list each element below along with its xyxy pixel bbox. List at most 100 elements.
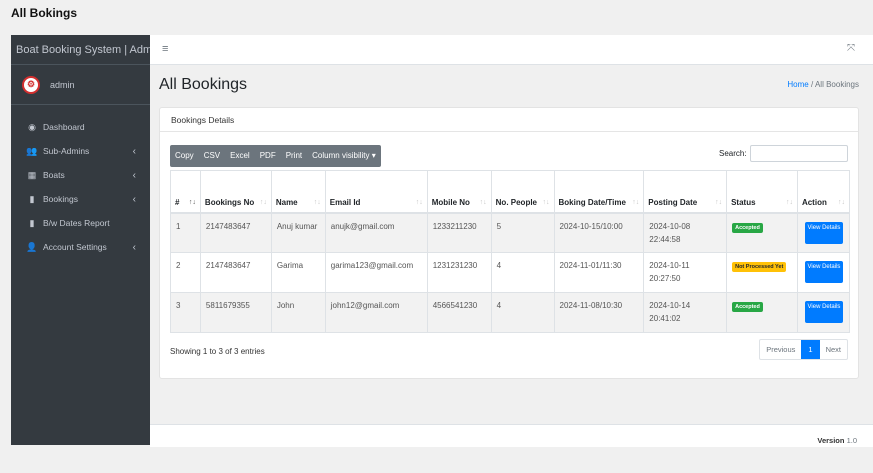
- sidebar-item-boats[interactable]: ▦ Boats ‹: [11, 163, 150, 187]
- cell-email: john12@gmail.com: [324, 292, 428, 333]
- brand-link[interactable]: Boat Booking System | Admin: [11, 35, 150, 65]
- column-header[interactable]: Name ↑↓: [270, 170, 326, 214]
- cell-index: 2: [170, 252, 201, 293]
- sidebar-item-label: Account Settings: [43, 242, 107, 252]
- cell-email: garima123@gmail.com: [324, 252, 428, 293]
- column-header[interactable]: Posting Date ↑↓: [643, 170, 728, 214]
- pdf-button[interactable]: PDF: [255, 145, 281, 167]
- bookings-table: # ↑↓ Bookings No ↑↓ Name ↑↓ Email Id ↑↓ Mobi…: [170, 170, 851, 333]
- avatar: ⚙: [22, 75, 40, 94]
- view-details-button[interactable]: View Details: [804, 301, 843, 323]
- column-header[interactable]: No. People ↑↓: [490, 170, 555, 214]
- footer: [150, 424, 873, 447]
- page-heading: All Bokings: [11, 6, 78, 20]
- cell-people: 5: [490, 212, 555, 253]
- chevron-left-icon: ‹: [132, 169, 136, 181]
- sidebar-item-label: Dashboard: [43, 122, 85, 132]
- column-header[interactable]: Bookings No ↑↓: [199, 170, 272, 214]
- column-header[interactable]: Mobile No ↑↓: [426, 170, 492, 214]
- sidebar-item-bookings[interactable]: ▮ Bookings ‹: [11, 187, 150, 211]
- table-row: 2 2147483647 Garima garima123@gmail.com …: [170, 252, 851, 293]
- sort-icon: ↑↓: [785, 198, 793, 206]
- chevron-left-icon: ‹: [132, 193, 136, 205]
- column-visibility-button[interactable]: Column visibility ▾: [307, 145, 381, 167]
- sidebar: Boat Booking System | Admin ⚙ admin ◉ Da…: [11, 35, 150, 445]
- cell-name: Garima: [270, 252, 326, 293]
- table-info: Showing 1 to 3 of 3 entries: [170, 347, 265, 356]
- cell-booking-datetime: 2024-10-15/10:00: [553, 212, 645, 253]
- sidebar-item-dashboard[interactable]: ◉ Dashboard: [11, 115, 150, 139]
- sort-icon: ↑↓: [188, 198, 196, 206]
- chevron-left-icon: ‹: [132, 145, 136, 157]
- sort-icon: ↑↓: [479, 198, 487, 206]
- view-details-button[interactable]: View Details: [804, 221, 843, 244]
- page-title: All Bookings: [159, 76, 248, 93]
- cell-status: Accepted: [726, 292, 798, 333]
- column-header[interactable]: Status ↑↓: [726, 170, 798, 214]
- cell-booking-datetime: 2024-11-01/11:30: [553, 252, 645, 293]
- dashboard-icon: ◉: [28, 121, 36, 132]
- excel-button[interactable]: Excel: [225, 145, 255, 167]
- copy-button[interactable]: Copy: [170, 145, 199, 167]
- cell-index: 3: [170, 292, 201, 333]
- column-header[interactable]: # ↑↓: [170, 170, 201, 214]
- cell-booking-no: 2147483647: [199, 252, 272, 293]
- cell-booking-datetime: 2024-11-08/10:30: [553, 292, 645, 333]
- view-details-button[interactable]: View Details: [804, 261, 843, 283]
- cell-mobile: 4566541230: [426, 292, 492, 333]
- file-icon: ▮: [29, 217, 35, 228]
- bookings-card: Bookings Details Copy CSV Excel PDF Prin…: [159, 107, 859, 379]
- print-button[interactable]: Print: [281, 145, 307, 167]
- sidebar-item-label: Bookings: [43, 194, 78, 204]
- version-number: 1.0: [846, 436, 857, 445]
- top-navbar: ≡ ⤧: [150, 35, 873, 65]
- cell-mobile: 1231231230: [426, 252, 492, 293]
- status-badge: Accepted: [732, 222, 763, 233]
- status-badge: Not Processed Yet: [732, 262, 787, 272]
- card-header: Bookings Details: [160, 108, 858, 132]
- file-icon: ▮: [29, 193, 35, 204]
- version-info: Version 1.0: [817, 436, 857, 445]
- pagination: Previous 1 Next: [759, 339, 848, 360]
- fullscreen-icon[interactable]: ⤧: [847, 43, 855, 54]
- cell-name: Anuj kumar: [270, 212, 326, 253]
- search-label: Search:: [719, 149, 747, 158]
- cell-action: View Details: [796, 212, 851, 253]
- breadcrumb-home-link[interactable]: Home: [787, 80, 808, 89]
- export-button-group: Copy CSV Excel PDF Print Column visibili…: [170, 145, 381, 167]
- breadcrumb-current: All Bookings: [814, 80, 859, 89]
- cell-booking-no: 2147483647: [199, 212, 272, 253]
- sort-icon: ↑↓: [632, 198, 640, 206]
- page-1-button[interactable]: 1: [801, 340, 820, 359]
- column-header[interactable]: Boking Date/Time ↑↓: [553, 170, 645, 214]
- previous-page-button[interactable]: Previous: [760, 340, 801, 359]
- cell-people: 4: [490, 252, 555, 293]
- cell-name: John: [270, 292, 326, 333]
- version-label: Version: [817, 436, 845, 445]
- cell-mobile: 1233211230: [426, 212, 492, 253]
- users-icon: 👥: [26, 145, 38, 156]
- csv-button[interactable]: CSV: [199, 145, 225, 167]
- cell-booking-no: 5811679355: [199, 292, 272, 333]
- sidebar-item-sub-admins[interactable]: 👥 Sub-Admins ‹: [11, 139, 150, 163]
- user-cog-icon: 👤: [26, 241, 38, 252]
- cell-posting-date: 2024-10-11 20:27:50: [643, 252, 728, 293]
- menu-icon[interactable]: ≡: [162, 43, 168, 55]
- sort-icon: ↑↓: [415, 198, 423, 206]
- cell-action: View Details: [796, 292, 851, 333]
- sort-icon: ↑↓: [838, 198, 845, 206]
- next-page-button[interactable]: Next: [820, 340, 847, 359]
- column-header[interactable]: Action ↑↓: [796, 170, 851, 214]
- column-header[interactable]: Email Id ↑↓: [324, 170, 428, 214]
- cell-status: Not Processed Yet: [726, 252, 798, 293]
- chevron-left-icon: ‹: [132, 241, 136, 253]
- sidebar-item-account-settings[interactable]: 👤 Account Settings ‹: [11, 235, 150, 259]
- cell-people: 4: [490, 292, 555, 333]
- sidebar-item-bw-dates-report[interactable]: ▮ B/w Dates Report: [11, 211, 150, 235]
- user-name[interactable]: admin: [50, 80, 75, 90]
- cell-action: View Details: [796, 252, 851, 293]
- sort-icon: ↑↓: [542, 198, 550, 206]
- sidebar-item-label: Boats: [43, 170, 65, 180]
- table-row: 1 2147483647 Anuj kumar anujk@gmail.com …: [170, 212, 851, 253]
- search-input[interactable]: [750, 145, 848, 162]
